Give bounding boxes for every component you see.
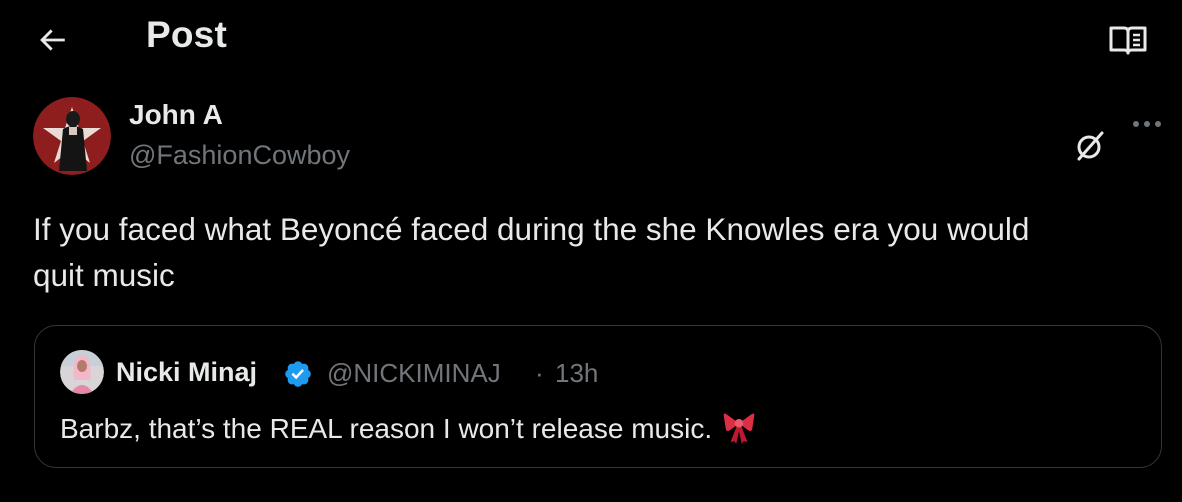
more-options-button[interactable]: [1124, 104, 1170, 144]
post-author-row: John A @FashionCowboy: [0, 96, 1182, 180]
quoted-author-name[interactable]: Nicki Minaj: [116, 357, 257, 388]
avatar[interactable]: [33, 97, 111, 175]
quoted-post-time[interactable]: 13h: [555, 358, 598, 389]
arrow-left-icon: [40, 29, 65, 51]
page-title: Post: [146, 14, 227, 55]
separator-dot: ·: [535, 358, 544, 388]
post-header: Post: [0, 0, 1182, 80]
quoted-post-text-body: Barbz, that’s the REAL reason I won’t re…: [60, 413, 713, 444]
quoted-author-handle[interactable]: @NICKIMINAJ: [327, 358, 501, 389]
quoted-post-card[interactable]: Nicki Minaj @NICKIMINAJ · 13h Barbz, tha…: [34, 325, 1162, 468]
grok-icon: [1077, 131, 1104, 161]
quoted-author-avatar[interactable]: [60, 350, 104, 394]
author-handle[interactable]: @FashionCowboy: [129, 140, 350, 171]
author-name[interactable]: John A: [129, 99, 223, 131]
reader-mode-icon: [1109, 26, 1147, 55]
grok-button[interactable]: [1070, 126, 1110, 166]
verified-badge-icon: [285, 361, 311, 387]
more-horizontal-icon: [1133, 121, 1161, 127]
back-button[interactable]: [32, 20, 72, 60]
quoted-post-text: Barbz, that’s the REAL reason I won’t re…: [60, 410, 756, 445]
quoted-avatar-image: [60, 350, 104, 394]
ribbon-emoji: [723, 413, 755, 444]
reader-mode-button[interactable]: [1106, 20, 1150, 60]
post-text: If you faced what Beyoncé faced during t…: [33, 211, 1030, 293]
avatar-image: [33, 97, 111, 175]
